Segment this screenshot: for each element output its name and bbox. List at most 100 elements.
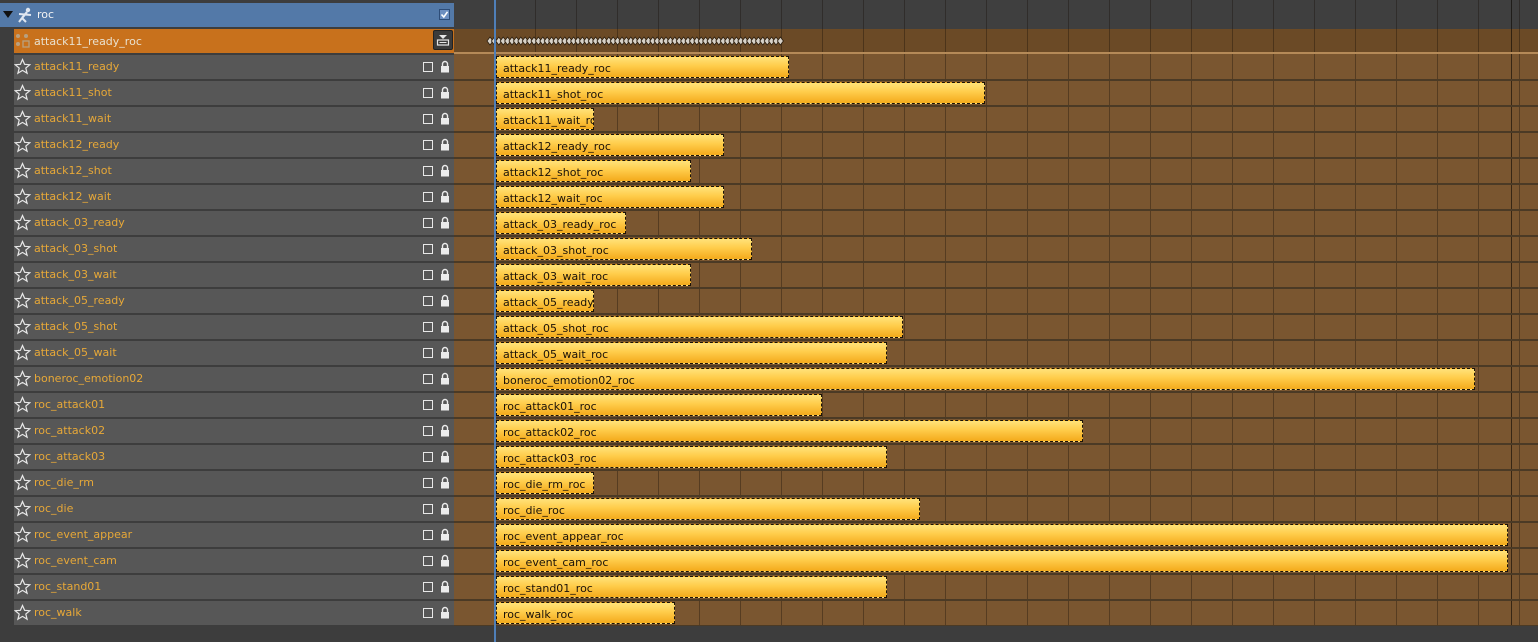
mute-checkbox[interactable] xyxy=(423,114,433,124)
star-icon[interactable] xyxy=(14,58,31,75)
mute-checkbox[interactable] xyxy=(423,504,433,514)
track-row[interactable]: attack11_shot xyxy=(14,81,454,105)
track-row[interactable]: roc_walk xyxy=(14,601,454,625)
star-icon[interactable] xyxy=(14,396,31,413)
lock-icon[interactable] xyxy=(440,372,450,385)
mute-checkbox[interactable] xyxy=(423,296,433,306)
lock-icon[interactable] xyxy=(440,398,450,411)
star-icon[interactable] xyxy=(14,552,31,569)
nla-strip[interactable]: attack_05_wait_roc xyxy=(496,342,887,364)
star-icon[interactable] xyxy=(14,578,31,595)
lock-icon[interactable] xyxy=(440,502,450,515)
mute-checkbox[interactable] xyxy=(423,166,433,176)
lock-icon[interactable] xyxy=(440,294,450,307)
star-icon[interactable] xyxy=(14,344,31,361)
object-enable-checkbox[interactable] xyxy=(439,9,450,20)
nla-strip[interactable]: attack12_wait_roc xyxy=(496,186,724,208)
track-row[interactable]: roc_event_cam xyxy=(14,549,454,573)
lock-icon[interactable] xyxy=(440,346,450,359)
mute-checkbox[interactable] xyxy=(423,400,433,410)
mute-checkbox[interactable] xyxy=(423,88,433,98)
star-icon[interactable] xyxy=(14,318,31,335)
star-icon[interactable] xyxy=(14,136,31,153)
nla-strip[interactable]: attack_03_ready_roc xyxy=(496,212,626,234)
star-icon[interactable] xyxy=(14,370,31,387)
mute-checkbox[interactable] xyxy=(423,530,433,540)
lock-icon[interactable] xyxy=(440,528,450,541)
star-icon[interactable] xyxy=(14,500,31,517)
track-row[interactable]: roc_attack01 xyxy=(14,393,454,417)
mute-checkbox[interactable] xyxy=(423,478,433,488)
nla-strip[interactable]: boneroc_emotion02_roc xyxy=(496,368,1475,390)
nla-strip[interactable]: roc_die_rm_roc xyxy=(496,472,594,494)
mute-checkbox[interactable] xyxy=(423,218,433,228)
track-row[interactable]: boneroc_emotion02 xyxy=(14,367,454,391)
mute-checkbox[interactable] xyxy=(423,322,433,332)
lock-icon[interactable] xyxy=(440,164,450,177)
lock-icon[interactable] xyxy=(440,216,450,229)
star-icon[interactable] xyxy=(14,266,31,283)
track-row[interactable]: roc_attack02 xyxy=(14,419,454,443)
nla-strip[interactable]: attack_05_ready_ro xyxy=(496,290,594,312)
expand-triangle-icon[interactable] xyxy=(3,11,13,18)
nla-strip[interactable]: roc_stand01_roc xyxy=(496,576,887,598)
nla-strip[interactable]: attack12_ready_roc xyxy=(496,134,724,156)
nla-strip[interactable]: roc_attack01_roc xyxy=(496,394,822,416)
playhead[interactable] xyxy=(494,0,496,642)
track-row[interactable]: attack_03_wait xyxy=(14,263,454,287)
mute-checkbox[interactable] xyxy=(423,140,433,150)
lock-icon[interactable] xyxy=(440,112,450,125)
mute-checkbox[interactable] xyxy=(423,556,433,566)
track-row[interactable]: attack11_ready xyxy=(14,55,454,79)
lock-icon[interactable] xyxy=(440,450,450,463)
mute-checkbox[interactable] xyxy=(423,270,433,280)
nla-strip[interactable]: attack_03_wait_roc xyxy=(496,264,691,286)
nla-strip[interactable]: attack11_wait_roc xyxy=(496,108,594,130)
nla-strip[interactable]: attack12_shot_roc xyxy=(496,160,691,182)
mute-checkbox[interactable] xyxy=(423,608,433,618)
star-icon[interactable] xyxy=(14,110,31,127)
track-row[interactable]: roc_event_appear xyxy=(14,523,454,547)
mute-checkbox[interactable] xyxy=(423,374,433,384)
star-icon[interactable] xyxy=(14,188,31,205)
nla-strip[interactable]: attack11_ready_roc xyxy=(496,56,789,78)
lock-icon[interactable] xyxy=(440,476,450,489)
lock-icon[interactable] xyxy=(440,60,450,73)
star-icon[interactable] xyxy=(14,292,31,309)
lock-icon[interactable] xyxy=(440,190,450,203)
nla-strip[interactable]: roc_event_cam_roc xyxy=(496,550,1508,572)
star-icon[interactable] xyxy=(14,448,31,465)
track-row[interactable]: attack_05_ready xyxy=(14,289,454,313)
star-icon[interactable] xyxy=(14,604,31,621)
lock-icon[interactable] xyxy=(440,138,450,151)
star-icon[interactable] xyxy=(14,84,31,101)
nla-strip[interactable]: attack_05_shot_roc xyxy=(496,316,903,338)
lock-icon[interactable] xyxy=(440,320,450,333)
nla-strip[interactable]: attack11_shot_roc xyxy=(496,82,985,104)
lock-icon[interactable] xyxy=(440,580,450,593)
mute-checkbox[interactable] xyxy=(423,62,433,72)
track-row[interactable]: attack_05_wait xyxy=(14,341,454,365)
track-row[interactable]: roc_die_rm xyxy=(14,471,454,495)
lock-icon[interactable] xyxy=(440,242,450,255)
track-row[interactable]: attack_03_shot xyxy=(14,237,454,261)
star-icon[interactable] xyxy=(14,162,31,179)
track-row[interactable]: attack12_wait xyxy=(14,185,454,209)
mute-checkbox[interactable] xyxy=(423,192,433,202)
push-down-button[interactable] xyxy=(433,30,453,50)
nla-strip[interactable]: roc_die_roc xyxy=(496,498,920,520)
mute-checkbox[interactable] xyxy=(423,452,433,462)
active-action-channel[interactable]: attack11_ready_roc xyxy=(14,29,454,53)
track-row[interactable]: attack12_shot xyxy=(14,159,454,183)
star-icon[interactable] xyxy=(14,474,31,491)
nla-strip[interactable]: attack_03_shot_roc xyxy=(496,238,752,260)
nla-strip[interactable]: roc_attack03_roc xyxy=(496,446,887,468)
mute-checkbox[interactable] xyxy=(423,426,433,436)
nla-strip[interactable]: roc_walk_roc xyxy=(496,602,675,624)
lock-icon[interactable] xyxy=(440,554,450,567)
track-row[interactable]: attack_03_ready xyxy=(14,211,454,235)
star-icon[interactable] xyxy=(14,422,31,439)
track-row[interactable]: roc_stand01 xyxy=(14,575,454,599)
track-row[interactable]: attack11_wait xyxy=(14,107,454,131)
track-row[interactable]: roc_die xyxy=(14,497,454,521)
